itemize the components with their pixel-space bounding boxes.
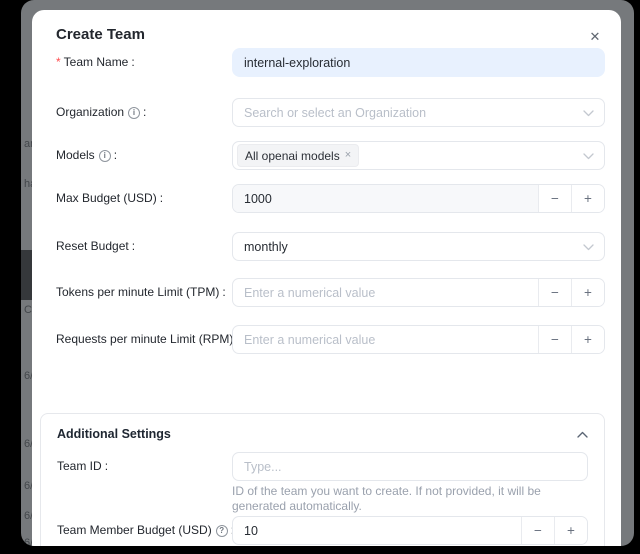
reset-budget-select[interactable]: monthly <box>232 232 605 261</box>
decrement-button[interactable]: − <box>538 279 571 306</box>
tpm-label-text: Tokens per minute Limit (TPM) <box>56 278 219 307</box>
max-budget-label: Max Budget (USD) : <box>56 184 232 213</box>
increment-button[interactable]: + <box>571 279 604 306</box>
rpm-input[interactable] <box>233 326 538 353</box>
team-id-label: Team ID : <box>57 452 232 481</box>
rpm-label: Requests per minute Limit (RPM) : <box>56 325 232 354</box>
app-window: am har Cre 6/2 6/2 6/2 6/1 6/1 Create Te… <box>21 0 634 546</box>
reset-budget-value: monthly <box>244 240 288 254</box>
label-colon: : <box>131 48 134 77</box>
create-team-modal: Create Team ✕ * Team Name : <box>32 10 621 546</box>
modal-header: Create Team ✕ <box>32 10 621 45</box>
additional-settings-title: Additional Settings <box>57 424 171 444</box>
close-icon: ✕ <box>590 29 601 45</box>
label-colon: : <box>105 452 108 481</box>
chevron-up-icon <box>577 431 588 438</box>
organization-select[interactable]: Search or select an Organization <box>232 98 605 127</box>
tpm-label: Tokens per minute Limit (TPM) : <box>56 278 232 307</box>
label-colon: : <box>132 232 135 261</box>
close-button[interactable]: ✕ <box>586 28 604 46</box>
screenshot-canvas: am har Cre 6/2 6/2 6/2 6/1 6/1 Create Te… <box>0 0 640 554</box>
model-tag: All openai models × <box>237 144 359 167</box>
rpm-stepper: − + <box>232 325 605 354</box>
organization-placeholder: Search or select an Organization <box>244 106 426 120</box>
max-budget-stepper: − + <box>232 184 605 213</box>
field-row-team-id: Team ID : ID of the team you want to cre… <box>57 452 588 514</box>
reset-budget-label-text: Reset Budget <box>56 232 129 261</box>
team-id-input[interactable] <box>232 452 588 481</box>
team-name-label: * Team Name : <box>56 48 232 77</box>
required-asterisk: * <box>56 48 61 77</box>
increment-button[interactable]: + <box>571 326 604 353</box>
additional-settings-toggle[interactable]: Additional Settings <box>57 424 588 444</box>
modal-title: Create Team <box>56 24 597 45</box>
tpm-input[interactable] <box>233 279 538 306</box>
member-budget-label: Team Member Budget (USD) ? : <box>57 516 232 545</box>
team-id-help-text: ID of the team you want to create. If no… <box>232 484 588 514</box>
field-row-reset-budget: Reset Budget : monthly <box>56 232 605 261</box>
increment-button[interactable]: + <box>571 185 604 212</box>
field-row-rpm: Requests per minute Limit (RPM) : − + <box>56 325 605 354</box>
field-row-max-budget: Max Budget (USD) : − + <box>56 184 605 213</box>
info-icon: i <box>128 107 140 119</box>
label-colon: : <box>222 278 225 307</box>
label-colon: : <box>143 98 146 127</box>
chevron-down-icon <box>583 244 594 251</box>
field-row-member-budget: Team Member Budget (USD) ? : − + <box>57 516 588 545</box>
field-row-tpm: Tokens per minute Limit (TPM) : − + <box>56 278 605 307</box>
member-budget-stepper: − + <box>232 516 588 545</box>
max-budget-label-text: Max Budget (USD) <box>56 184 157 213</box>
chevron-down-icon <box>583 110 594 117</box>
organization-label: Organization i : <box>56 98 232 127</box>
decrement-button[interactable]: − <box>521 517 554 544</box>
models-label-text: Models <box>56 141 95 170</box>
field-row-team-name: * Team Name : <box>56 48 605 77</box>
rpm-label-text: Requests per minute Limit (RPM) <box>56 325 233 354</box>
reset-budget-label: Reset Budget : <box>56 232 232 261</box>
help-icon: ? <box>216 525 228 537</box>
models-label: Models i : <box>56 141 232 170</box>
member-budget-label-text: Team Member Budget (USD) <box>57 516 212 545</box>
field-row-organization: Organization i : Search or select an Org… <box>56 98 605 127</box>
remove-tag-icon[interactable]: × <box>345 150 351 161</box>
decrement-button[interactable]: − <box>538 326 571 353</box>
label-colon: : <box>114 141 117 170</box>
team-name-label-text: Team Name <box>64 48 129 77</box>
team-name-input[interactable] <box>232 48 605 77</box>
organization-label-text: Organization <box>56 98 124 127</box>
info-icon: i <box>99 150 111 162</box>
modal-body: * Team Name : Organization i : <box>32 45 621 546</box>
member-budget-input[interactable] <box>233 517 521 544</box>
team-id-label-text: Team ID <box>57 452 102 481</box>
field-row-models: Models i : All openai models × <box>56 141 605 170</box>
label-colon: : <box>160 184 163 213</box>
tpm-stepper: − + <box>232 278 605 307</box>
model-tag-label: All openai models <box>245 149 340 163</box>
decrement-button[interactable]: − <box>538 185 571 212</box>
additional-settings-panel: Additional Settings Team ID : <box>40 413 605 546</box>
models-select[interactable]: All openai models × <box>232 141 605 170</box>
max-budget-input[interactable] <box>233 185 538 212</box>
increment-button[interactable]: + <box>554 517 587 544</box>
chevron-down-icon <box>583 153 594 160</box>
